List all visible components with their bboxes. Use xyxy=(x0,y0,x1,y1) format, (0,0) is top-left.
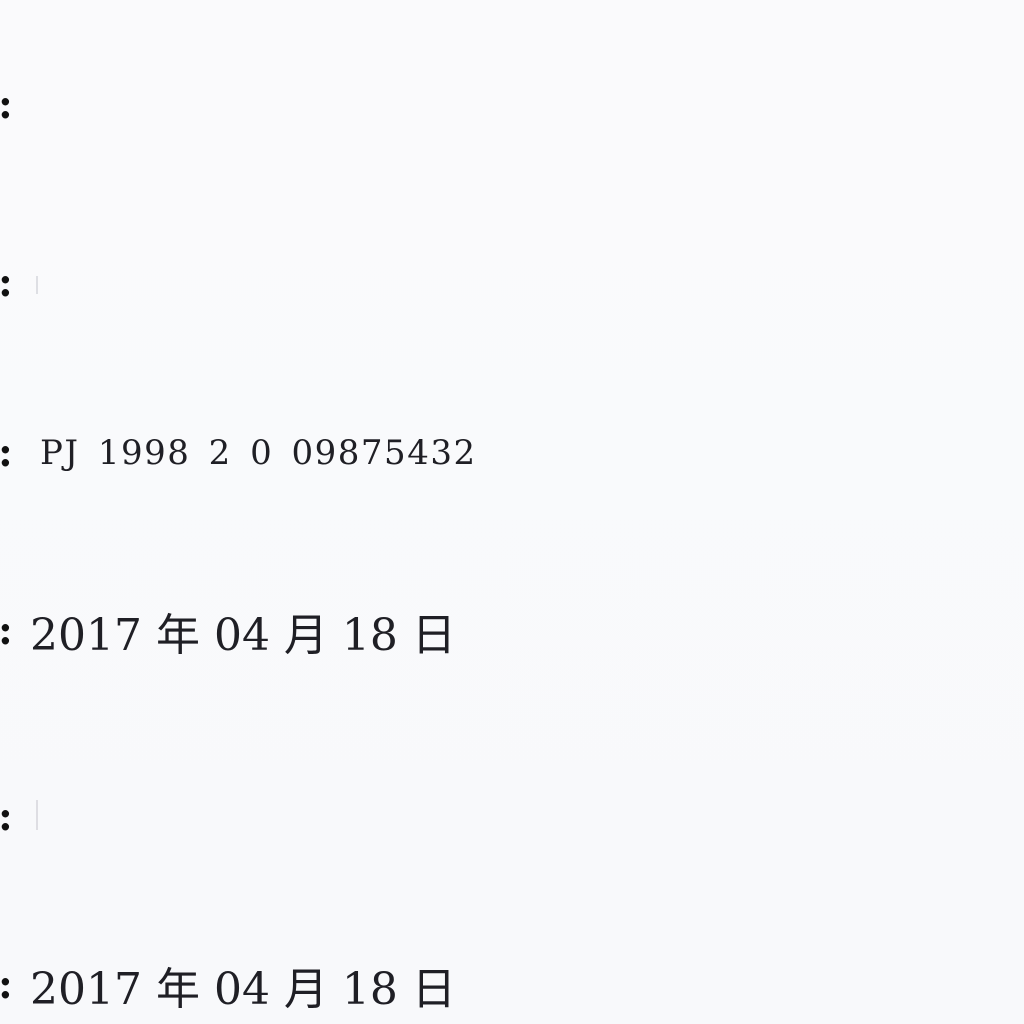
field-row-6: : 2017 年 04 月 18 日 xyxy=(0,950,456,1020)
field-colon: : xyxy=(0,797,13,837)
field-colon: : xyxy=(0,263,13,303)
field-row-4: : 2017 年 04 月 18 日 xyxy=(0,596,456,666)
field-colon: : xyxy=(0,433,13,473)
scanned-document-page: : : : PJ 1998 2 0 09875432 : 2017 年 04 月… xyxy=(0,0,1024,1024)
faint-scan-mark xyxy=(36,800,38,830)
field-row-1: : xyxy=(0,70,40,140)
faint-scan-mark xyxy=(36,276,38,294)
field-row-3: : PJ 1998 2 0 09875432 xyxy=(0,418,477,488)
field-colon: : xyxy=(0,965,13,1005)
field-value-date: 2017 年 04 月 18 日 xyxy=(30,610,456,661)
field-value-registration-number: PJ 1998 2 0 09875432 xyxy=(40,433,477,473)
field-value-date: 2017 年 04 月 18 日 xyxy=(30,964,456,1015)
field-colon: : xyxy=(0,85,13,125)
field-colon: : xyxy=(0,611,13,651)
field-row-5: : xyxy=(0,782,40,852)
field-row-2: : xyxy=(0,248,40,318)
